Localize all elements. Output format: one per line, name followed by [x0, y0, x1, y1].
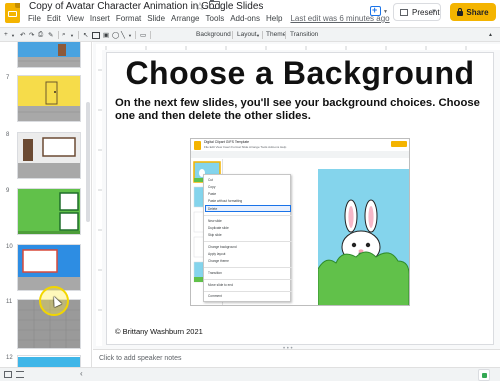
speaker-notes-field[interactable]: Click to add speaker notes	[93, 349, 500, 367]
menu-slide[interactable]: Slide	[147, 14, 165, 23]
context-menu-item: Change background	[208, 245, 237, 249]
slide-number: 7	[6, 75, 10, 81]
line-icon[interactable]: ╲	[121, 31, 125, 39]
context-menu-item: Paste without formatting	[208, 199, 243, 203]
context-menu-item: Duplicate slide	[208, 226, 229, 230]
menu-tools[interactable]: Tools	[206, 14, 225, 23]
speaker-notes-placeholder: Click to add speaker notes	[99, 355, 182, 362]
zoom-icon[interactable]: ⌕	[62, 31, 66, 39]
print-icon[interactable]: ⎙	[38, 31, 43, 39]
slide-number: 8	[6, 132, 10, 138]
share-button[interactable]: Share	[450, 3, 496, 21]
context-menu: Cut Copy Paste Paste without formatting …	[203, 174, 292, 302]
menu-insert[interactable]: Insert	[90, 14, 110, 23]
context-menu-item: Transition	[208, 271, 222, 275]
slides-logo-icon[interactable]	[5, 3, 20, 23]
slide-number: 11	[6, 299, 13, 305]
context-menu-item: Skip slide	[208, 233, 222, 237]
context-menu-item: Change theme	[208, 259, 229, 263]
menu-help[interactable]: Help	[266, 14, 282, 23]
context-menu-item: Cut	[208, 178, 213, 182]
chevron-down-icon[interactable]: ▼	[128, 33, 132, 38]
app-header: Copy of Avatar Character Animation in Go…	[0, 0, 500, 27]
menu-edit[interactable]: Edit	[47, 14, 61, 23]
redo-icon[interactable]: ↷	[29, 31, 34, 39]
slide-canvas[interactable]: Choose a Background On the next few slid…	[106, 52, 494, 345]
slide-subtitle[interactable]: On the next few slides, you'll see your …	[115, 97, 485, 123]
paint-format-icon[interactable]: ✎	[48, 31, 53, 39]
context-menu-item: Move slide to end	[208, 283, 233, 287]
slide-thumbnail[interactable]	[17, 355, 81, 367]
grid-view-icon[interactable]	[16, 371, 24, 378]
horizontal-ruler	[96, 44, 500, 50]
embedded-screenshot-image[interactable]: Digital Clipart GIFS Template File Edit …	[190, 138, 410, 306]
context-menu-item: Comment	[208, 294, 222, 298]
slide-thumbnail[interactable]	[17, 75, 81, 122]
present-icon	[400, 8, 408, 16]
embedded-window-title: Digital Clipart GIFS Template	[204, 140, 250, 144]
document-title[interactable]: Copy of Avatar Character Animation in Go…	[29, 1, 263, 12]
toolbar: + ▼ ↶ ↷ ⎙ ✎ ⌕ ▼ ↖ ▣ ◯ ╲ ▼ ▭ Background L…	[0, 27, 500, 42]
menu-view[interactable]: View	[67, 14, 84, 23]
transition-button[interactable]: Transition	[290, 31, 318, 38]
move-folder-icon[interactable]	[209, 0, 220, 9]
chevron-up-icon[interactable]: ▲	[488, 32, 493, 38]
chevron-down-icon[interactable]: ▼	[11, 33, 15, 38]
select-icon[interactable]: ↖	[83, 31, 88, 39]
bottom-bar: ‹	[0, 367, 500, 381]
embedded-slide-preview	[318, 169, 409, 305]
slide-number: 12	[6, 355, 13, 361]
chevron-down-icon[interactable]: ▼	[70, 33, 74, 38]
slide-title[interactable]: Choose a Background	[107, 55, 493, 92]
embedded-menu: File Edit View Insert Format Slide Arran…	[204, 145, 287, 149]
slide-filmstrip[interactable]: 7 8 9 10 11 12	[0, 42, 92, 367]
menu-arrange[interactable]: Arrange	[171, 14, 199, 23]
filmstrip-view-icon[interactable]	[4, 371, 12, 378]
copyright-credit: © Brittany Washburn 2021	[115, 327, 203, 336]
present-button[interactable]: Present ▼	[393, 3, 441, 21]
lock-icon	[457, 7, 464, 16]
slide-thumbnail[interactable]	[17, 42, 81, 68]
context-menu-highlight	[205, 205, 291, 212]
add-comment-button[interactable]: +	[368, 5, 383, 19]
context-menu-item: Delete	[208, 207, 218, 211]
slide-thumbnail[interactable]	[17, 244, 81, 291]
context-menu-item: New slide	[208, 219, 222, 223]
undo-icon[interactable]: ↶	[20, 31, 25, 39]
menu-file[interactable]: File	[28, 14, 41, 23]
slide-number: 9	[6, 188, 10, 194]
embedded-share-button	[391, 141, 407, 147]
collapse-panel-icon[interactable]: ‹	[80, 369, 83, 378]
new-slide-icon[interactable]: +	[4, 31, 8, 38]
filmstrip-scrollbar[interactable]	[86, 102, 90, 222]
slide-thumbnail[interactable]	[17, 132, 81, 179]
embedded-toolbar	[191, 151, 409, 158]
chevron-down-icon[interactable]: ▼	[383, 9, 388, 15]
menu-bar: File Edit View Insert Format Slide Arran…	[28, 14, 390, 23]
slide-number: 10	[6, 244, 13, 250]
insert-comment-icon[interactable]: ▭	[140, 31, 146, 39]
vertical-ruler	[96, 50, 102, 346]
menu-add-ons[interactable]: Add-ons	[230, 14, 260, 23]
chevron-down-icon[interactable]: ▼	[256, 33, 260, 38]
slide-thumbnail[interactable]	[17, 188, 81, 235]
context-menu-item: Copy	[208, 185, 216, 189]
image-icon[interactable]: ▣	[103, 31, 109, 39]
present-dropdown-icon[interactable]: ▼	[431, 9, 437, 15]
menu-format[interactable]: Format	[116, 14, 141, 23]
context-menu-item: Paste	[208, 192, 217, 196]
textbox-icon[interactable]	[92, 32, 100, 39]
explore-icon[interactable]	[478, 369, 490, 381]
background-button[interactable]: Background	[196, 31, 231, 38]
theme-button[interactable]: Theme	[266, 31, 286, 38]
layout-button[interactable]: Layout	[237, 31, 257, 38]
star-icon[interactable]: ☆	[195, 0, 205, 13]
slides-logo-icon	[194, 141, 201, 150]
share-label: Share	[466, 7, 489, 17]
context-menu-item: Apply layout	[208, 252, 226, 256]
shape-icon[interactable]: ◯	[112, 31, 119, 39]
